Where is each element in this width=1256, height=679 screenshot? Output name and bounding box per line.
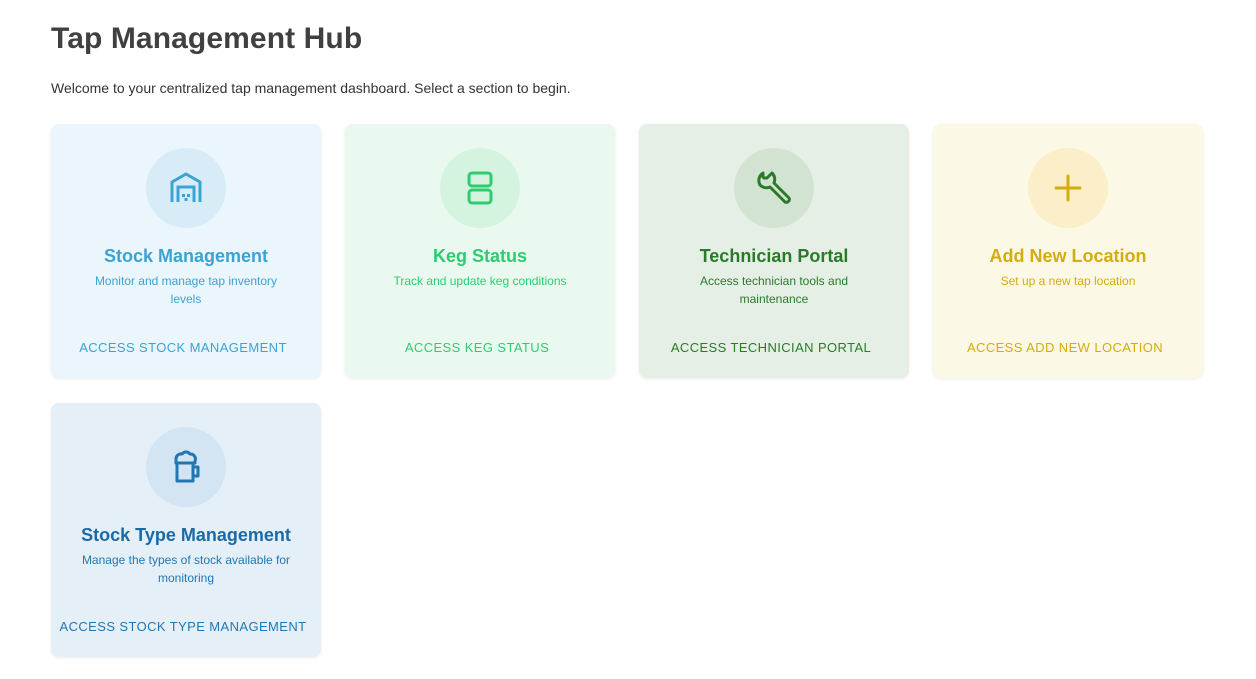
card-title: Stock Type Management: [81, 525, 291, 545]
card-title: Technician Portal: [699, 246, 849, 266]
wrench-icon: [734, 148, 814, 228]
dashboard-page: Tap Management Hub Welcome to your centr…: [0, 0, 1256, 679]
card-description: Access technician tools and maintenance: [699, 274, 849, 306]
access-technician-portal-link[interactable]: ACCESS TECHNICIAN PORTAL: [639, 340, 903, 355]
warehouse-icon: [146, 148, 226, 228]
page-title: Tap Management Hub: [51, 22, 363, 55]
card-description: Set up a new tap location: [1000, 274, 1136, 288]
card-description: Track and update keg conditions: [393, 274, 567, 288]
access-keg-status-link[interactable]: ACCESS KEG STATUS: [345, 340, 609, 355]
card-title: Stock Management: [103, 246, 269, 266]
beer-mug-icon: [146, 427, 226, 507]
card-description: Manage the types of stock available for …: [81, 553, 291, 585]
stock-management-card[interactable]: Stock Management Monitor and manage tap …: [51, 124, 321, 378]
access-stock-type-management-link[interactable]: ACCESS STOCK TYPE MANAGEMENT: [51, 619, 315, 634]
storage-icon: [440, 148, 520, 228]
card-title: Add New Location: [989, 246, 1147, 266]
page-subtitle: Welcome to your centralized tap manageme…: [51, 80, 571, 96]
access-stock-management-link[interactable]: ACCESS STOCK MANAGEMENT: [51, 340, 315, 355]
add-new-location-card[interactable]: Add New Location Set up a new tap locati…: [933, 124, 1203, 378]
plus-icon: [1028, 148, 1108, 228]
card-title: Keg Status: [432, 246, 528, 266]
technician-portal-card[interactable]: Technician Portal Access technician tool…: [639, 124, 909, 378]
keg-status-card[interactable]: Keg Status Track and update keg conditio…: [345, 124, 615, 378]
access-add-new-location-link[interactable]: ACCESS ADD NEW LOCATION: [933, 340, 1197, 355]
stock-type-management-card[interactable]: Stock Type Management Manage the types o…: [51, 403, 321, 657]
card-description: Monitor and manage tap inventory levels: [94, 274, 278, 306]
